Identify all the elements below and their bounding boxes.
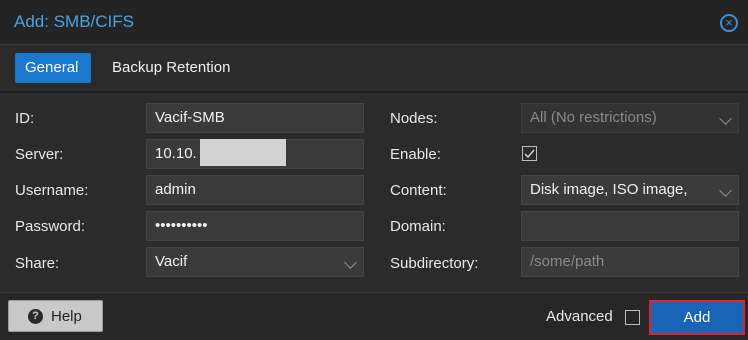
id-label: ID: [15, 110, 35, 127]
enable-checkbox[interactable] [522, 146, 537, 161]
content-value: Disk image, ISO image, [530, 181, 688, 198]
chevron-down-icon [719, 112, 732, 125]
content-label: Content: [390, 182, 447, 199]
content-select[interactable]: Disk image, ISO image, [521, 175, 739, 205]
domain-label: Domain: [390, 218, 446, 235]
share-value: Vacif [155, 253, 188, 270]
share-label: Share: [15, 255, 60, 272]
nodes-label: Nodes: [390, 110, 438, 127]
nodes-select[interactable]: All (No restrictions) [521, 103, 739, 133]
username-field[interactable]: admin [146, 175, 364, 205]
username-label: Username: [15, 182, 89, 199]
chevron-down-icon [344, 256, 357, 269]
id-field[interactable]: Vacif-SMB [146, 103, 364, 133]
checkmark-icon [524, 149, 535, 159]
add-storage-dialog: Add: SMB/CIFS × General Backup Retention… [0, 0, 748, 340]
tab-divider [0, 91, 748, 93]
enable-label: Enable: [390, 146, 441, 163]
question-circle-icon: ? [28, 309, 43, 324]
subdirectory-placeholder: /some/path [530, 253, 605, 270]
dialog-title: Add: SMB/CIFS [14, 12, 134, 31]
tab-bar: General Backup Retention [0, 45, 748, 93]
subdirectory-label: Subdirectory: [390, 255, 479, 272]
domain-field[interactable] [521, 211, 739, 241]
tab-general[interactable]: General [15, 53, 91, 83]
advanced-label: Advanced [546, 308, 613, 325]
subdirectory-field[interactable]: /some/path [521, 247, 739, 277]
share-select[interactable]: Vacif [146, 247, 364, 277]
add-button[interactable]: Add [649, 300, 745, 335]
advanced-checkbox[interactable] [625, 310, 640, 325]
server-label: Server: [15, 146, 64, 163]
chevron-down-icon [719, 184, 732, 197]
password-label: Password: [15, 218, 86, 235]
help-button[interactable]: ? Help [8, 300, 103, 332]
nodes-value: All (No restrictions) [530, 109, 657, 126]
close-icon[interactable]: × [720, 14, 738, 32]
dialog-titlebar: Add: SMB/CIFS × [0, 0, 748, 45]
password-field[interactable]: •••••••••• [146, 211, 364, 241]
server-value: 10.10. [155, 145, 197, 162]
dialog-footer: ? Help Advanced Add [0, 292, 748, 340]
tab-backup-retention[interactable]: Backup Retention [102, 53, 240, 83]
help-label: Help [51, 308, 82, 325]
redaction-box [200, 139, 286, 166]
